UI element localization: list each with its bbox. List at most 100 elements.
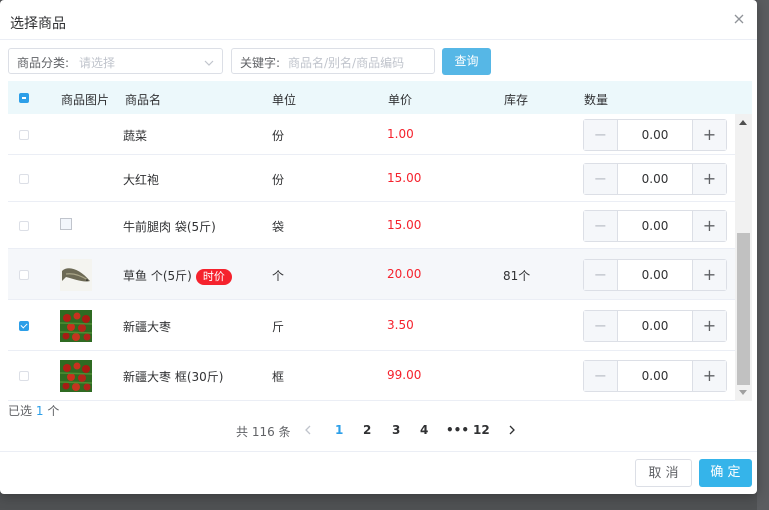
header-stock: 库存 — [504, 93, 529, 107]
keyword-field[interactable]: 关键字: 商品名/别名/商品编码 — [231, 48, 435, 74]
row-checkbox[interactable] — [19, 174, 29, 184]
product-name: 蔬菜 — [123, 129, 148, 143]
row-checkbox[interactable] — [19, 221, 29, 231]
table-row[interactable]: 牛前腿肉 袋(5斤) 袋 15.00 −0.00 + — [8, 202, 735, 249]
product-name-cell: 蔬菜 — [123, 127, 147, 144]
table-row[interactable]: 新疆大枣 斤 3.50 −0.00 + — [8, 300, 735, 351]
close-icon[interactable] — [732, 12, 746, 26]
scrollbar-thumb[interactable] — [737, 233, 750, 385]
quantity-stepper[interactable]: −0.00 + — [583, 119, 727, 151]
category-label: 商品分类: — [17, 56, 70, 70]
unit-cell: 个 — [272, 269, 285, 283]
header-name: 商品名 — [125, 93, 162, 107]
product-name-cell: 新疆大枣 — [123, 318, 171, 335]
select-all-checkbox[interactable] — [19, 93, 29, 103]
minus-icon[interactable]: − — [584, 311, 618, 341]
page-4[interactable]: 4 — [420, 423, 428, 437]
product-name-cell: 大红袍 — [123, 171, 159, 188]
price-cell: 3.50 — [387, 318, 414, 332]
price-cell: 20.00 — [387, 267, 422, 281]
unit-cell: 袋 — [272, 220, 285, 234]
price-tag-badge: 时价 — [195, 268, 232, 285]
table-scrollbar[interactable] — [735, 114, 752, 401]
row-checkbox[interactable] — [19, 371, 29, 381]
quantity-value[interactable]: 0.00 — [618, 120, 692, 150]
selection-prefix: 已选 — [8, 404, 33, 418]
plus-icon[interactable]: + — [692, 211, 726, 241]
header-quantity: 数量 — [584, 93, 609, 107]
table-row[interactable]: 大红袍 份 15.00 −0.00 + — [8, 155, 735, 202]
page-background — [757, 0, 769, 510]
product-name-cell: 草鱼 个(5斤) 时价 — [123, 267, 232, 285]
price-cell: 15.00 — [387, 171, 422, 185]
table-row[interactable]: 蔬菜 份 1.00 −0.00 + — [8, 114, 735, 155]
quantity-value[interactable]: 0.00 — [618, 311, 692, 341]
cancel-button[interactable]: 取 消 — [635, 459, 692, 487]
product-thumbnail — [59, 360, 93, 392]
header-price: 单价 — [388, 93, 413, 107]
quantity-stepper[interactable]: −0.00 + — [583, 210, 727, 242]
price-cell: 99.00 — [387, 368, 422, 382]
page-ellipsis[interactable]: ••• — [446, 423, 469, 437]
confirm-button[interactable]: 确 定 — [699, 459, 752, 487]
quantity-stepper[interactable]: −0.00 + — [583, 360, 727, 392]
quantity-stepper[interactable]: −0.00 + — [583, 259, 727, 291]
plus-icon[interactable]: + — [692, 164, 726, 194]
product-name: 新疆大枣 框(30斤) — [123, 370, 224, 384]
minus-icon[interactable]: − — [584, 361, 618, 391]
quantity-stepper[interactable]: −0.00 + — [583, 163, 727, 195]
product-thumbnail — [60, 259, 92, 291]
row-checkbox[interactable] — [19, 270, 29, 280]
header-image: 商品图片 — [61, 93, 110, 107]
stock-cell: 81个 — [503, 269, 531, 283]
header-divider — [0, 39, 757, 40]
category-select[interactable]: 商品分类: 请选择 — [8, 48, 223, 74]
minus-icon[interactable]: − — [584, 211, 618, 241]
plus-icon[interactable]: + — [692, 361, 726, 391]
minus-icon[interactable]: − — [584, 164, 618, 194]
quantity-stepper[interactable]: −0.00 + — [583, 310, 727, 342]
table-row[interactable]: 新疆大枣 框(30斤) 框 99.00 −0.00 + — [8, 351, 735, 401]
dialog-title: 选择商品 — [10, 16, 66, 32]
quantity-value[interactable]: 0.00 — [618, 164, 692, 194]
page-3[interactable]: 3 — [392, 423, 400, 437]
page-1[interactable]: 1 — [335, 423, 343, 437]
plus-icon[interactable]: + — [692, 260, 726, 290]
selection-number: 1 — [35, 404, 44, 418]
scroll-down-arrow-icon[interactable] — [739, 390, 747, 395]
select-product-dialog: 选择商品 商品分类: 请选择 关键字: 商品名/别名/商品编码 查询 商品图片 … — [0, 0, 757, 494]
next-page-icon[interactable] — [509, 424, 516, 435]
footer-divider — [0, 451, 757, 452]
price-cell: 15.00 — [387, 218, 422, 232]
row-checkbox[interactable] — [19, 321, 29, 331]
product-name: 牛前腿肉 袋(5斤) — [123, 220, 216, 234]
keyword-label: 关键字: — [240, 56, 281, 70]
minus-icon[interactable]: − — [584, 120, 618, 150]
scroll-up-arrow-icon[interactable] — [739, 120, 747, 125]
table-row[interactable]: 草鱼 个(5斤) 时价 个 20.00 81个 −0.00 + — [8, 249, 735, 300]
product-thumbnail — [59, 310, 93, 342]
unit-cell: 份 — [272, 173, 285, 187]
table-header: 商品图片 商品名 单位 单价 库存 数量 — [8, 81, 752, 114]
quantity-value[interactable]: 0.00 — [618, 211, 692, 241]
plus-icon[interactable]: + — [692, 311, 726, 341]
keyword-placeholder: 商品名/别名/商品编码 — [288, 56, 405, 70]
product-name: 草鱼 个(5斤) — [123, 269, 192, 283]
search-button[interactable]: 查询 — [442, 48, 491, 75]
broken-image-icon — [60, 218, 72, 230]
unit-cell: 斤 — [272, 320, 285, 334]
plus-icon[interactable]: + — [692, 120, 726, 150]
quantity-value[interactable]: 0.00 — [618, 260, 692, 290]
unit-cell: 框 — [272, 370, 285, 384]
page-12[interactable]: 12 — [473, 423, 490, 437]
row-checkbox[interactable] — [19, 130, 29, 140]
quantity-value[interactable]: 0.00 — [618, 361, 692, 391]
product-name: 大红袍 — [123, 173, 160, 187]
prev-page-icon[interactable] — [304, 424, 311, 435]
minus-icon[interactable]: − — [584, 260, 618, 290]
page-2[interactable]: 2 — [363, 423, 371, 437]
product-name-cell: 牛前腿肉 袋(5斤) — [123, 218, 216, 235]
product-name: 新疆大枣 — [123, 320, 172, 334]
selection-suffix: 个 — [47, 404, 60, 418]
header-unit: 单位 — [272, 93, 297, 107]
